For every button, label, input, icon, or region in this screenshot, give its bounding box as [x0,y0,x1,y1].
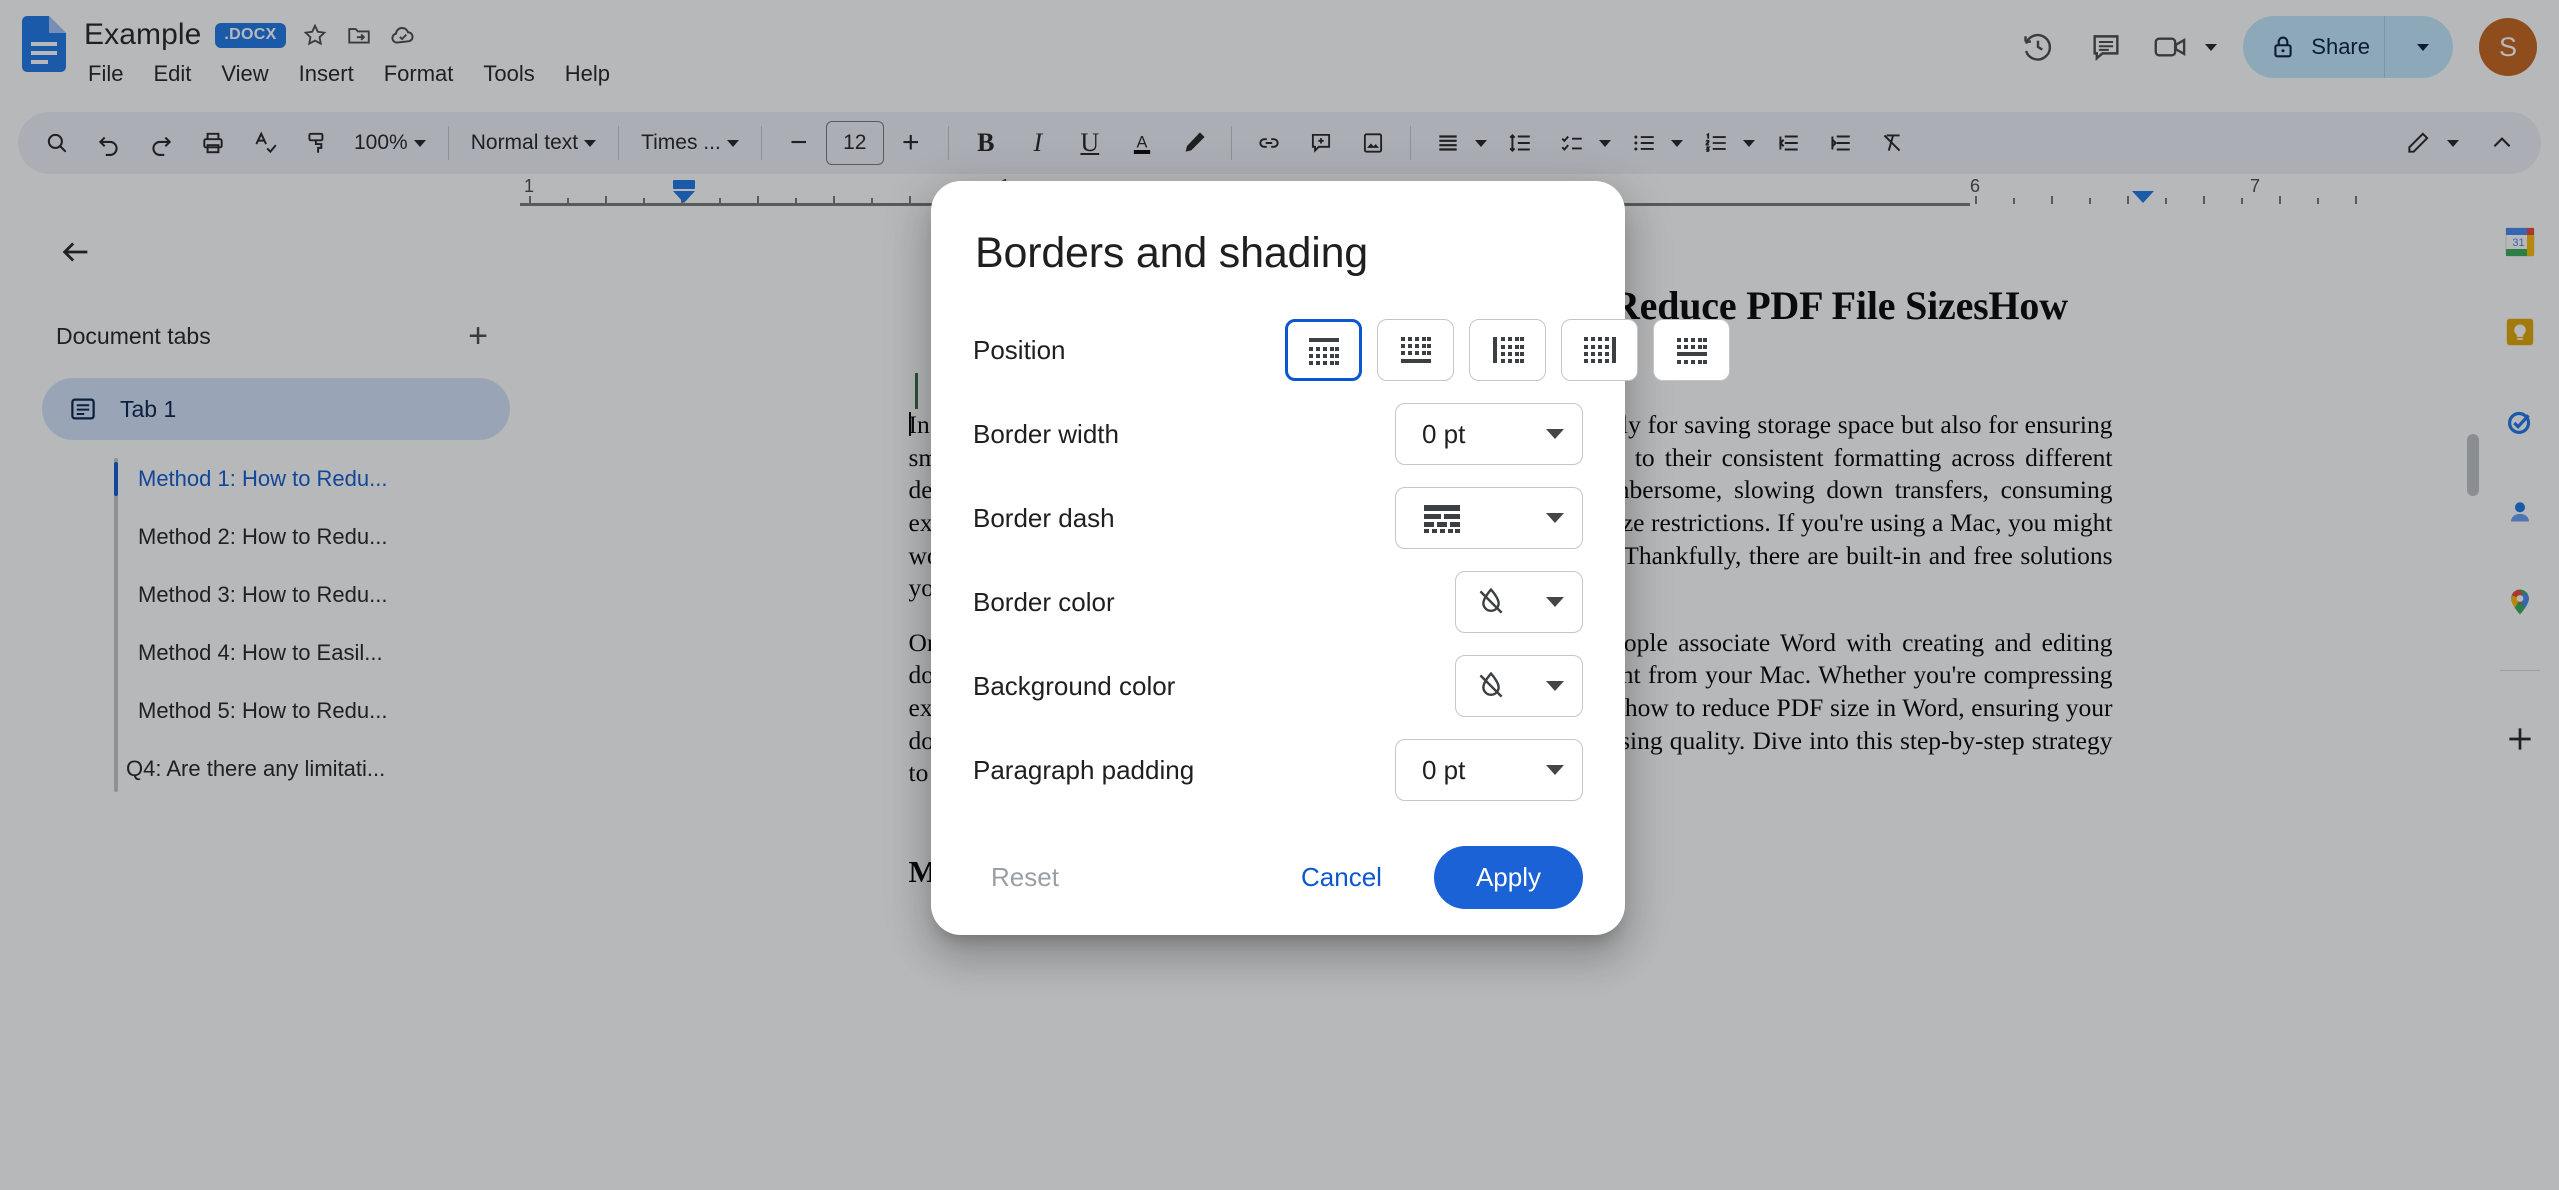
border-dash-row: Border dash [973,476,1583,560]
border-left-option[interactable] [1469,319,1546,381]
position-label: Position [973,334,1066,365]
chevron-down-icon [1546,513,1564,523]
border-color-row: Border color [973,560,1583,644]
position-row: Position [973,308,1730,392]
dialog-actions: Reset Cancel Apply [973,846,1583,909]
background-color-label: Background color [973,670,1176,701]
border-width-dropdown[interactable]: 0 pt [1395,403,1583,465]
border-right-option[interactable] [1561,319,1638,381]
background-color-control [1455,655,1583,717]
border-dash-label: Border dash [973,502,1115,533]
border-top-option[interactable] [1285,319,1362,381]
border-width-control: 0 pt [1395,403,1583,465]
paragraph-padding-control: 0 pt [1395,739,1583,801]
border-width-value: 0 pt [1422,418,1466,449]
apply-button[interactable]: Apply [1433,846,1583,909]
border-color-control [1455,571,1583,633]
border-between-option[interactable] [1653,319,1730,381]
cancel-button[interactable]: Cancel [1275,848,1408,907]
chevron-down-icon [1546,429,1564,439]
borders-and-shading-dialog: Borders and shading Position Border widt… [931,181,1730,935]
border-dash-dropdown[interactable] [1395,487,1583,549]
border-dash-control [1395,487,1583,549]
paragraph-padding-label: Paragraph padding [973,754,1195,785]
paragraph-padding-row: Paragraph padding 0 pt [973,728,1583,812]
background-color-dropdown[interactable] [1455,655,1583,717]
chevron-down-icon [1546,597,1564,607]
paragraph-padding-dropdown[interactable]: 0 pt [1395,739,1583,801]
background-color-row: Background color [973,644,1583,728]
border-color-dropdown[interactable] [1455,571,1583,633]
paragraph-padding-value: 0 pt [1422,754,1466,785]
border-width-label: Border width [973,418,1119,449]
none-color-icon [1474,669,1508,703]
chevron-down-icon [1546,681,1564,691]
reset-button[interactable]: Reset [965,848,1085,907]
dialog-title: Borders and shading [975,229,1369,277]
border-color-label: Border color [973,586,1115,617]
chevron-down-icon [1546,765,1564,775]
position-option-group [1285,319,1730,381]
dash-style-icon [1422,501,1468,535]
border-bottom-option[interactable] [1377,319,1454,381]
border-width-row: Border width 0 pt [973,392,1583,476]
none-color-icon [1474,585,1508,619]
